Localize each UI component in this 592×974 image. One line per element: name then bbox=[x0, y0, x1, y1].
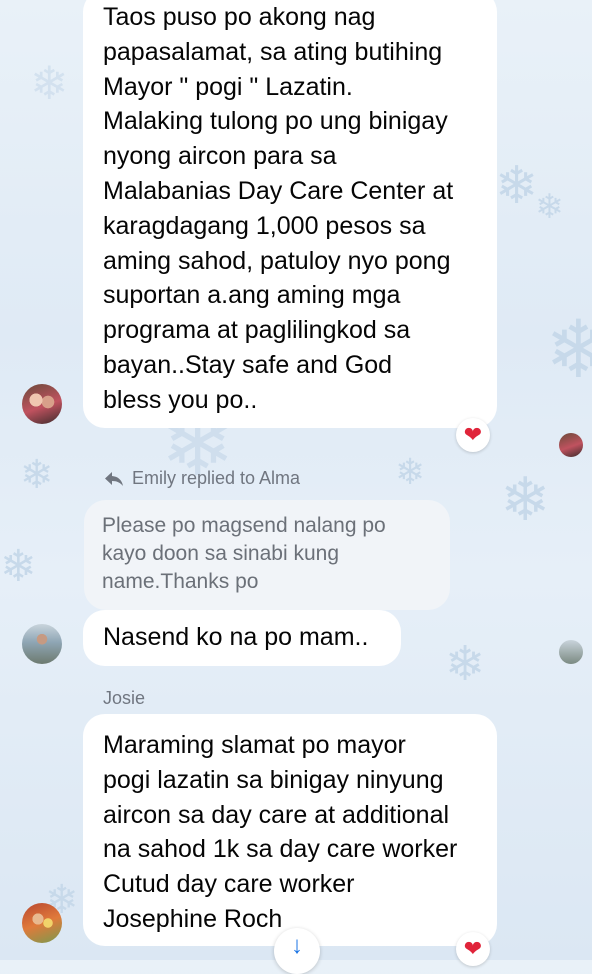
snowflake-decoration: ❄ bbox=[495, 156, 539, 216]
message-line: bless you po.. bbox=[103, 385, 258, 414]
message-line: Taos puso po akong nag bbox=[103, 3, 376, 31]
message-bubble-2[interactable]: Nasend ko na po mam.. bbox=[83, 610, 401, 666]
quoted-line: kayo doon sa sinabi kung bbox=[102, 542, 339, 565]
sender-name: Josie bbox=[103, 688, 146, 708]
message-line: Mayor " pogi " Lazatin. bbox=[103, 72, 353, 101]
message-line: papasalamat, sa ating butihing bbox=[103, 37, 443, 66]
snowflake-decoration: ❄ bbox=[445, 636, 486, 692]
scroll-to-bottom-button[interactable]: ↓ bbox=[274, 928, 320, 974]
message-bubble-3[interactable]: Maraming slamat po mayor pogi lazatin sa… bbox=[83, 714, 497, 946]
message-line: Maraming slamat po mayor bbox=[103, 731, 406, 759]
snowflake-decoration: ❄ bbox=[535, 187, 564, 227]
message-line: nyong aircon para sa bbox=[103, 142, 337, 171]
snowflake-decoration: ❄ bbox=[395, 452, 426, 493]
avatar[interactable] bbox=[22, 384, 62, 424]
heart-icon: ❤ bbox=[463, 936, 483, 961]
snowflake-decoration: ❄ bbox=[545, 303, 592, 396]
read-receipt-avatar bbox=[559, 433, 583, 457]
quoted-line: Please po magsend nalang po bbox=[102, 514, 386, 537]
message-line: na sahod 1k sa day care worker bbox=[103, 835, 458, 864]
message-line: aming sahod, patuloy nyo pong bbox=[103, 246, 451, 275]
reply-arrow-icon bbox=[105, 471, 123, 486]
message-line: Cutud day care worker bbox=[103, 870, 355, 899]
message-line: pogi lazatin sa binigay ninyung bbox=[103, 765, 444, 794]
avatar[interactable] bbox=[22, 624, 62, 664]
heart-reaction[interactable]: ❤ bbox=[456, 418, 490, 452]
quoted-line: name.Thanks po bbox=[102, 570, 259, 593]
message-line: aircon sa day care at additional bbox=[103, 800, 450, 829]
snowflake-decoration: ❄ bbox=[0, 541, 37, 592]
heart-reaction[interactable]: ❤ bbox=[456, 932, 490, 966]
message-line: Malaking tulong po ung binigay bbox=[103, 107, 448, 136]
message-line: Malabanias Day Care Center at bbox=[103, 176, 454, 205]
message-text: Nasend ko na po mam.. bbox=[103, 623, 369, 651]
reply-header: Emily replied to Alma bbox=[104, 468, 300, 489]
snowflake-decoration: ❄ bbox=[30, 56, 69, 110]
heart-icon: ❤ bbox=[463, 422, 483, 447]
read-receipt-avatar bbox=[559, 640, 583, 664]
avatar[interactable] bbox=[22, 903, 62, 943]
message-line: karagdagang 1,000 pesos sa bbox=[103, 211, 426, 240]
quoted-message[interactable]: Please po magsend nalang po kayo doon sa… bbox=[84, 500, 450, 610]
reply-header-text: Emily replied to Alma bbox=[132, 468, 301, 488]
message-line: suportan a.ang aming mga bbox=[103, 281, 401, 310]
snowflake-decoration: ❄ bbox=[20, 452, 54, 498]
message-bubble-1[interactable]: Taos puso po akong nag papasalamat, sa a… bbox=[83, 0, 497, 428]
arrow-down-icon: ↓ bbox=[291, 932, 303, 959]
snowflake-decoration: ❄ bbox=[500, 465, 551, 535]
message-line: programa at paglilingkod sa bbox=[103, 316, 411, 345]
message-line: bayan..Stay safe and God bbox=[103, 350, 393, 379]
